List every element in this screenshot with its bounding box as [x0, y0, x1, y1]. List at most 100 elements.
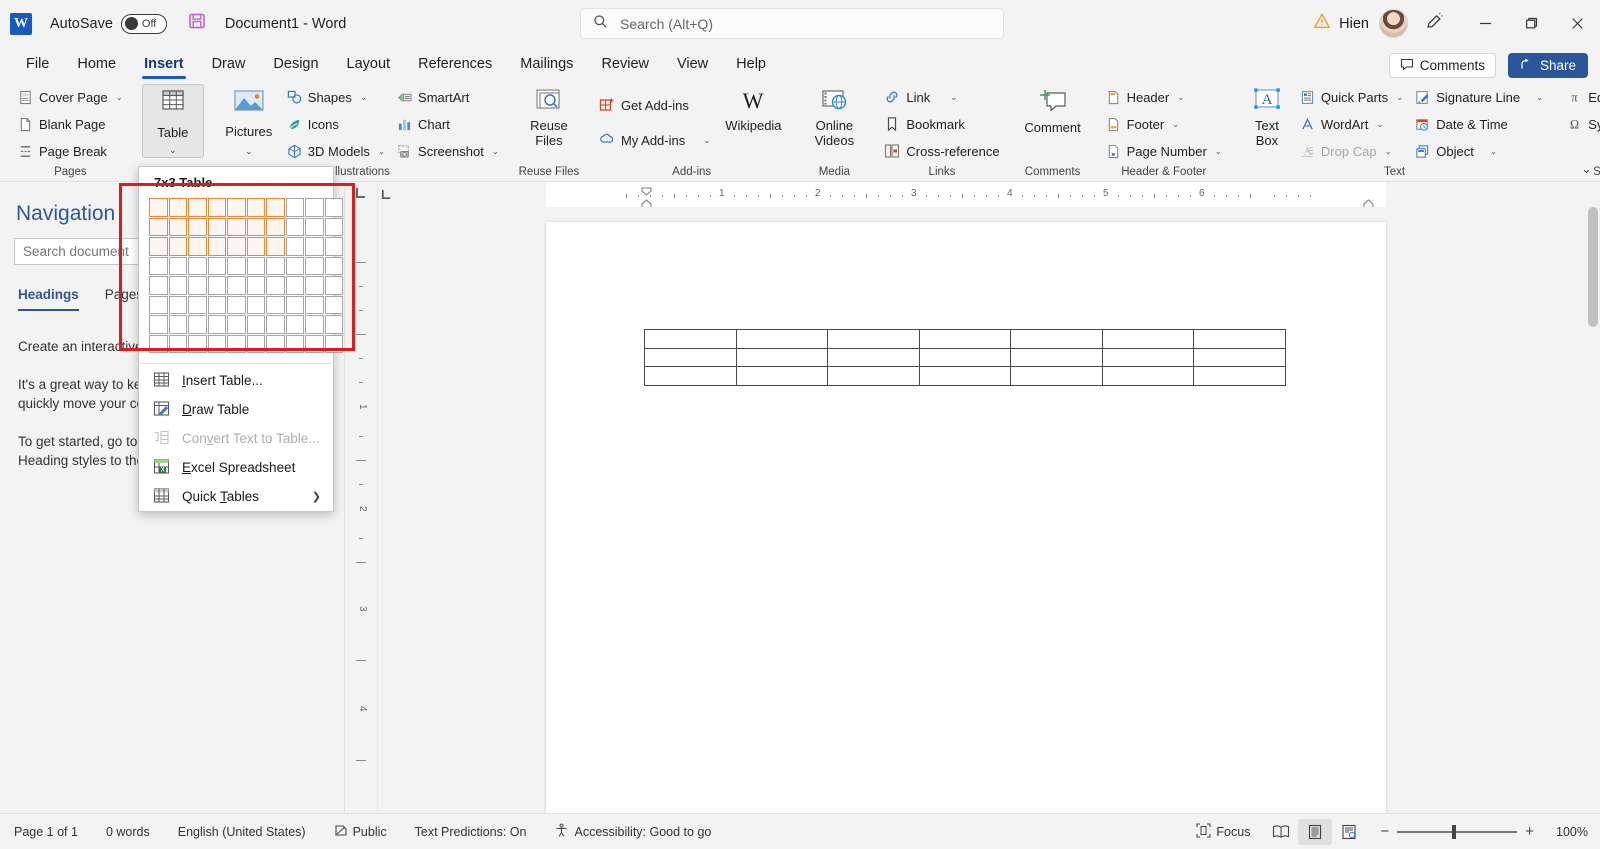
table-cell[interactable]	[919, 348, 1011, 367]
grid-cell-9x6[interactable]	[305, 296, 324, 315]
close-button[interactable]	[1554, 0, 1600, 47]
table-grid-picker[interactable]	[139, 196, 333, 361]
excel-spreadsheet-menu-item[interactable]: X Excel Spreadsheet	[139, 453, 333, 482]
table-cell[interactable]	[645, 348, 737, 367]
pictures-button[interactable]: Pictures ⌄	[218, 84, 280, 158]
page-number-button[interactable]: Page Number ⌄	[1101, 138, 1227, 164]
chart-button[interactable]: Chart	[392, 111, 504, 137]
cover-page-button[interactable]: Cover Page ⌄	[13, 84, 128, 110]
grid-cell-3x2[interactable]	[188, 218, 207, 237]
grid-cell-6x6[interactable]	[247, 296, 266, 315]
grid-cell-3x4[interactable]	[188, 257, 207, 276]
grid-cell-5x5[interactable]	[227, 276, 246, 295]
table-row[interactable]	[645, 367, 1286, 386]
table-cell[interactable]	[736, 330, 828, 349]
grid-cell-3x3[interactable]	[188, 237, 207, 256]
grid-cell-2x6[interactable]	[169, 296, 188, 315]
grid-cell-7x4[interactable]	[266, 257, 285, 276]
table-cell[interactable]	[1102, 330, 1194, 349]
grid-cell-9x8[interactable]	[305, 335, 324, 354]
table-row[interactable]	[645, 348, 1286, 367]
grid-cell-1x8[interactable]	[149, 335, 168, 354]
grid-cell-3x7[interactable]	[188, 315, 207, 334]
grid-cell-7x7[interactable]	[266, 315, 285, 334]
tab-home[interactable]: Home	[63, 52, 130, 76]
table-cell[interactable]	[1194, 348, 1286, 367]
tab-layout[interactable]: Layout	[333, 52, 405, 76]
grid-cell-1x4[interactable]	[149, 257, 168, 276]
table-cell[interactable]	[919, 330, 1011, 349]
grid-cell-8x3[interactable]	[286, 237, 305, 256]
grid-cell-2x2[interactable]	[169, 218, 188, 237]
grid-cell-6x5[interactable]	[247, 276, 266, 295]
grid-cell-1x1[interactable]	[149, 198, 168, 217]
icons-button[interactable]: Icons	[282, 111, 390, 137]
signature-line-button[interactable]: Signature Line ⌄	[1410, 84, 1548, 110]
grid-cell-2x5[interactable]	[169, 276, 188, 295]
zoom-knob[interactable]	[1452, 825, 1456, 839]
text-box-button[interactable]: A Text Box	[1241, 84, 1293, 158]
grid-cell-3x1[interactable]	[188, 198, 207, 217]
search-input[interactable]	[618, 15, 958, 33]
draw-table-menu-item[interactable]: Draw Table	[139, 395, 333, 424]
grid-cell-6x7[interactable]	[247, 315, 266, 334]
grid-cell-2x4[interactable]	[169, 257, 188, 276]
grid-cell-4x4[interactable]	[208, 257, 227, 276]
grid-cell-4x6[interactable]	[208, 296, 227, 315]
grid-cell-2x1[interactable]	[169, 198, 188, 217]
grid-cell-10x7[interactable]	[325, 315, 344, 334]
3d-models-button[interactable]: 3D Models ⌄	[282, 138, 390, 164]
table-row[interactable]	[645, 330, 1286, 349]
smartart-button[interactable]: SmartArt	[392, 84, 504, 110]
grid-cell-8x2[interactable]	[286, 218, 305, 237]
table-grid[interactable]	[149, 198, 323, 353]
avatar[interactable]	[1379, 9, 1408, 38]
grid-cell-9x7[interactable]	[305, 315, 324, 334]
grid-cell-5x3[interactable]	[227, 237, 246, 256]
grid-cell-6x2[interactable]	[247, 218, 266, 237]
grid-cell-8x6[interactable]	[286, 296, 305, 315]
page-break-button[interactable]: Page Break	[13, 138, 128, 164]
grid-cell-4x2[interactable]	[208, 218, 227, 237]
tab-file[interactable]: File	[12, 52, 63, 76]
zoom-slider[interactable]: − +	[1380, 823, 1534, 840]
document-table-preview[interactable]	[644, 329, 1286, 386]
grid-cell-9x1[interactable]	[305, 198, 324, 217]
search-box[interactable]	[580, 8, 1004, 39]
table-button[interactable]: Table ⌄	[142, 84, 204, 158]
grid-cell-5x6[interactable]	[227, 296, 246, 315]
table-cell[interactable]	[828, 330, 920, 349]
comment-button[interactable]: Comment	[1019, 84, 1087, 158]
blank-page-button[interactable]: Blank Page	[13, 111, 128, 137]
sensitivity-indicator[interactable]: Public	[320, 814, 401, 849]
table-dropdown-menu[interactable]: 7x3 Table Insert Table... Draw Table Con…	[138, 166, 334, 512]
grid-cell-1x7[interactable]	[149, 315, 168, 334]
grid-cell-7x3[interactable]	[266, 237, 285, 256]
grid-cell-1x3[interactable]	[149, 237, 168, 256]
grid-cell-10x6[interactable]	[325, 296, 344, 315]
table-cell[interactable]	[1102, 348, 1194, 367]
print-layout-button[interactable]	[1298, 819, 1332, 845]
nav-tab-headings[interactable]: Headings	[18, 287, 79, 311]
document-scrollbar[interactable]	[1586, 207, 1600, 813]
grid-cell-7x2[interactable]	[266, 218, 285, 237]
grid-cell-10x1[interactable]	[325, 198, 344, 217]
focus-button[interactable]: Focus	[1182, 814, 1264, 849]
reuse-files-button[interactable]: Reuse Files	[518, 84, 580, 158]
grid-cell-4x7[interactable]	[208, 315, 227, 334]
pen-icon[interactable]	[1424, 11, 1444, 36]
symbol-button[interactable]: Ω Symbol ⌄	[1562, 111, 1600, 137]
grid-cell-2x7[interactable]	[169, 315, 188, 334]
grid-cell-7x1[interactable]	[266, 198, 285, 217]
table-cell[interactable]	[1011, 348, 1103, 367]
tab-design[interactable]: Design	[259, 52, 332, 76]
grid-cell-5x7[interactable]	[227, 315, 246, 334]
grid-cell-10x2[interactable]	[325, 218, 344, 237]
grid-cell-8x4[interactable]	[286, 257, 305, 276]
table-cell[interactable]	[1194, 330, 1286, 349]
document-canvas[interactable]	[378, 207, 1586, 813]
text-predictions-indicator[interactable]: Text Predictions: On	[401, 814, 541, 849]
grid-cell-9x2[interactable]	[305, 218, 324, 237]
tab-help[interactable]: Help	[722, 52, 780, 76]
bookmark-button[interactable]: Bookmark	[879, 111, 1004, 137]
